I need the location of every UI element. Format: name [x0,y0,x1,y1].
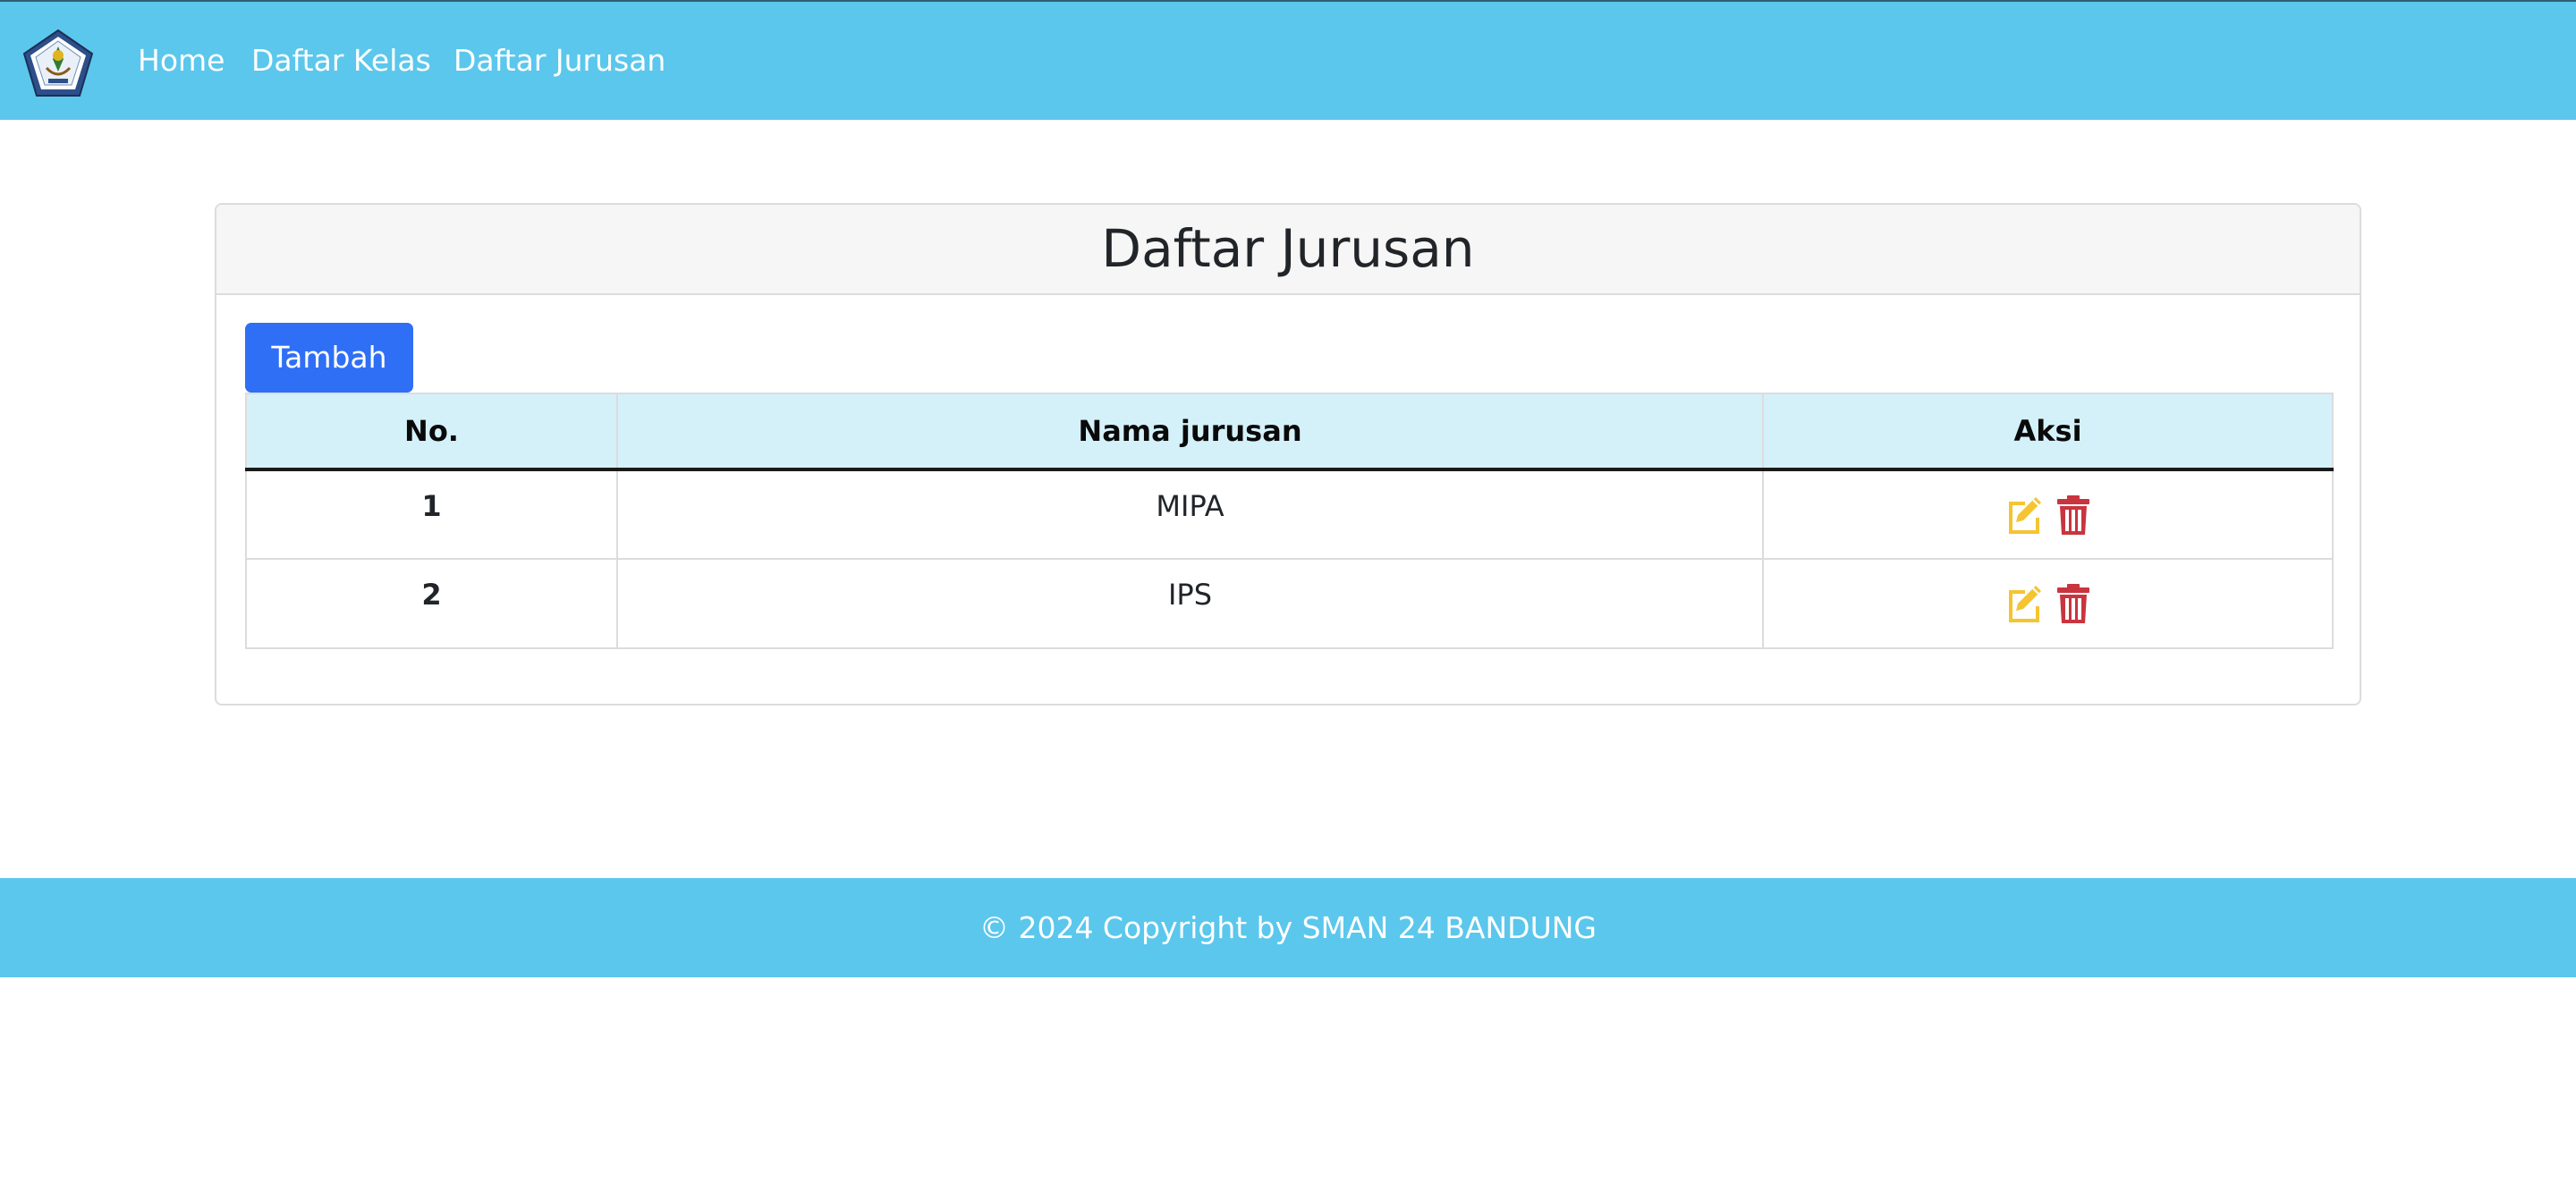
jurusan-table: No. Nama jurusan Aksi 1 MIPA 2 IPS [245,393,2334,649]
column-header-nama-jurusan: Nama jurusan [616,393,1764,471]
copyright-text: © 2024 Copyright by SMAN 24 BANDUNG [979,910,1597,945]
trash-icon[interactable] [2054,494,2093,536]
table-row: 2 IPS [245,558,2334,649]
edit-icon[interactable] [2004,494,2043,536]
column-header-aksi: Aksi [1762,393,2334,471]
edit-icon[interactable] [2004,583,2043,624]
add-button[interactable]: Tambah [245,323,413,393]
row-number: 2 [245,558,618,649]
navbar: Home Daftar Kelas Daftar Jurusan [0,0,2576,120]
jurusan-name: IPS [616,558,1764,649]
footer: © 2024 Copyright by SMAN 24 BANDUNG [0,878,2576,977]
actions-cell [1762,469,2334,560]
nav-link-home[interactable]: Home [138,41,225,80]
school-crest-logo-icon [22,29,94,97]
row-number: 1 [245,469,618,560]
jurusan-card: Daftar Jurusan Tambah No. Nama jurusan A… [215,203,2361,706]
jurusan-name: MIPA [616,469,1764,560]
nav-link-daftar-jurusan[interactable]: Daftar Jurusan [453,41,665,80]
school-logo[interactable] [21,29,95,98]
card-header: Daftar Jurusan [216,205,2360,295]
nav-link-daftar-kelas[interactable]: Daftar Kelas [251,41,431,80]
actions-cell [1762,558,2334,649]
table-row: 1 MIPA [245,469,2334,560]
page-title: Daftar Jurusan [1101,218,1475,279]
trash-icon[interactable] [2054,583,2093,624]
page: Home Daftar Kelas Daftar Jurusan Daftar … [0,0,2576,1200]
table-header-row: No. Nama jurusan Aksi [245,393,2334,471]
column-header-no: No. [245,393,618,471]
